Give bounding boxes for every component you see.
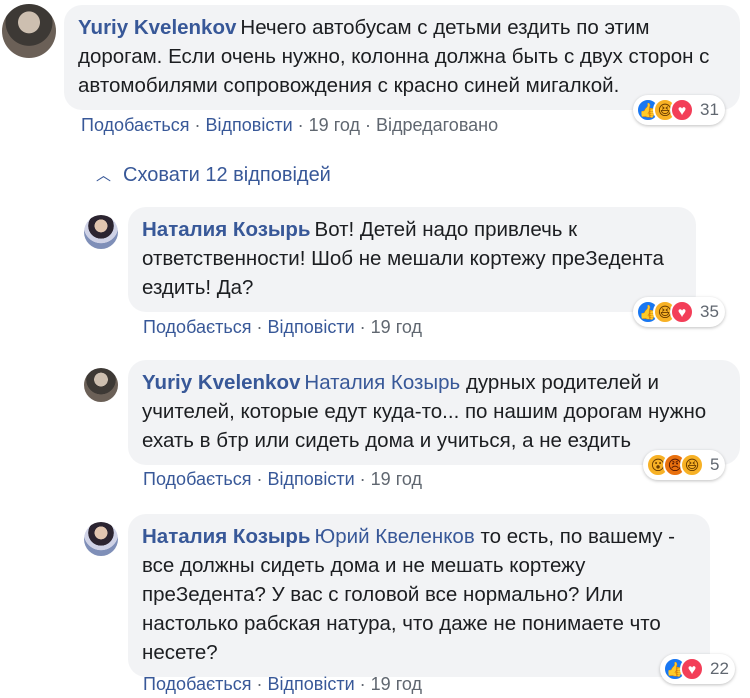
reaction-summary[interactable]: 😮 😠 😆 5: [643, 450, 726, 480]
edited-label[interactable]: Відредаговано: [376, 115, 498, 135]
avatar[interactable]: [84, 368, 118, 402]
haha-reaction-icon: 😆: [680, 453, 704, 477]
reply-link[interactable]: Відповісти: [268, 469, 355, 489]
chevron-up-icon: ︿: [96, 167, 112, 184]
timestamp[interactable]: 19 год: [371, 317, 422, 337]
mention-link[interactable]: Юрий Квеленков: [315, 525, 475, 548]
love-reaction-icon: ♥: [670, 300, 694, 324]
hide-replies-button[interactable]: ︿ Сховати 12 відповідей: [96, 164, 331, 187]
mention-link[interactable]: Наталия Козырь: [304, 371, 460, 394]
timestamp[interactable]: 19 год: [309, 115, 360, 135]
reply-actions: Подобається · Відповісти · 19 год: [143, 674, 422, 694]
timestamp[interactable]: 19 год: [371, 469, 422, 489]
reaction-count: 31: [700, 100, 719, 119]
reply-bubble: Yuriy Kvelenkov Наталия Козырь дурных род…: [128, 360, 740, 465]
like-link[interactable]: Подобається: [143, 674, 252, 694]
hide-replies-label: Сховати 12 відповідей: [123, 164, 331, 186]
reply-actions: Подобається · Відповісти · 19 год: [143, 317, 422, 337]
timestamp[interactable]: 19 год: [371, 674, 422, 694]
reply-actions: Подобається · Відповісти · 19 год: [143, 469, 422, 489]
comment-bubble: Yuriy Kvelenkov Нечего автобусам с детьми…: [64, 5, 740, 110]
reaction-summary[interactable]: 👍 😆 ♥ 35: [633, 297, 725, 327]
reply-author[interactable]: Наталия Козырь: [142, 525, 311, 548]
like-link[interactable]: Подобається: [143, 317, 252, 337]
reaction-count: 5: [710, 455, 720, 474]
reaction-count: 35: [700, 302, 719, 321]
avatar[interactable]: [84, 522, 118, 556]
reply-bubble: Наталия Козырь Юрий Квеленков то есть, по…: [128, 514, 710, 677]
reply-bubble: Наталия Козырь Вот! Детей надо привлечь к…: [128, 207, 696, 312]
love-reaction-icon: ♥: [670, 98, 694, 122]
avatar[interactable]: [84, 215, 118, 249]
reply-author[interactable]: Yuriy Kvelenkov: [142, 371, 300, 394]
reply-link[interactable]: Відповісти: [268, 317, 355, 337]
reaction-count: 22: [710, 659, 729, 678]
love-reaction-icon: ♥: [680, 657, 704, 681]
reaction-summary[interactable]: 👍 😆 ♥ 31: [633, 95, 725, 125]
reply-author[interactable]: Наталия Козырь: [142, 218, 311, 241]
comment-actions: Подобається · Відповісти · 19 год · Відредагов…: [81, 115, 499, 135]
like-link[interactable]: Подобається: [81, 115, 190, 135]
like-link[interactable]: Подобається: [143, 469, 252, 489]
reply-link[interactable]: Відповісти: [268, 674, 355, 694]
avatar[interactable]: [2, 4, 56, 58]
reaction-summary[interactable]: 👍 ♥ 22: [660, 654, 735, 684]
comment-author[interactable]: Yuriy Kvelenkov: [78, 16, 236, 39]
reply-link[interactable]: Відповісти: [206, 115, 293, 135]
